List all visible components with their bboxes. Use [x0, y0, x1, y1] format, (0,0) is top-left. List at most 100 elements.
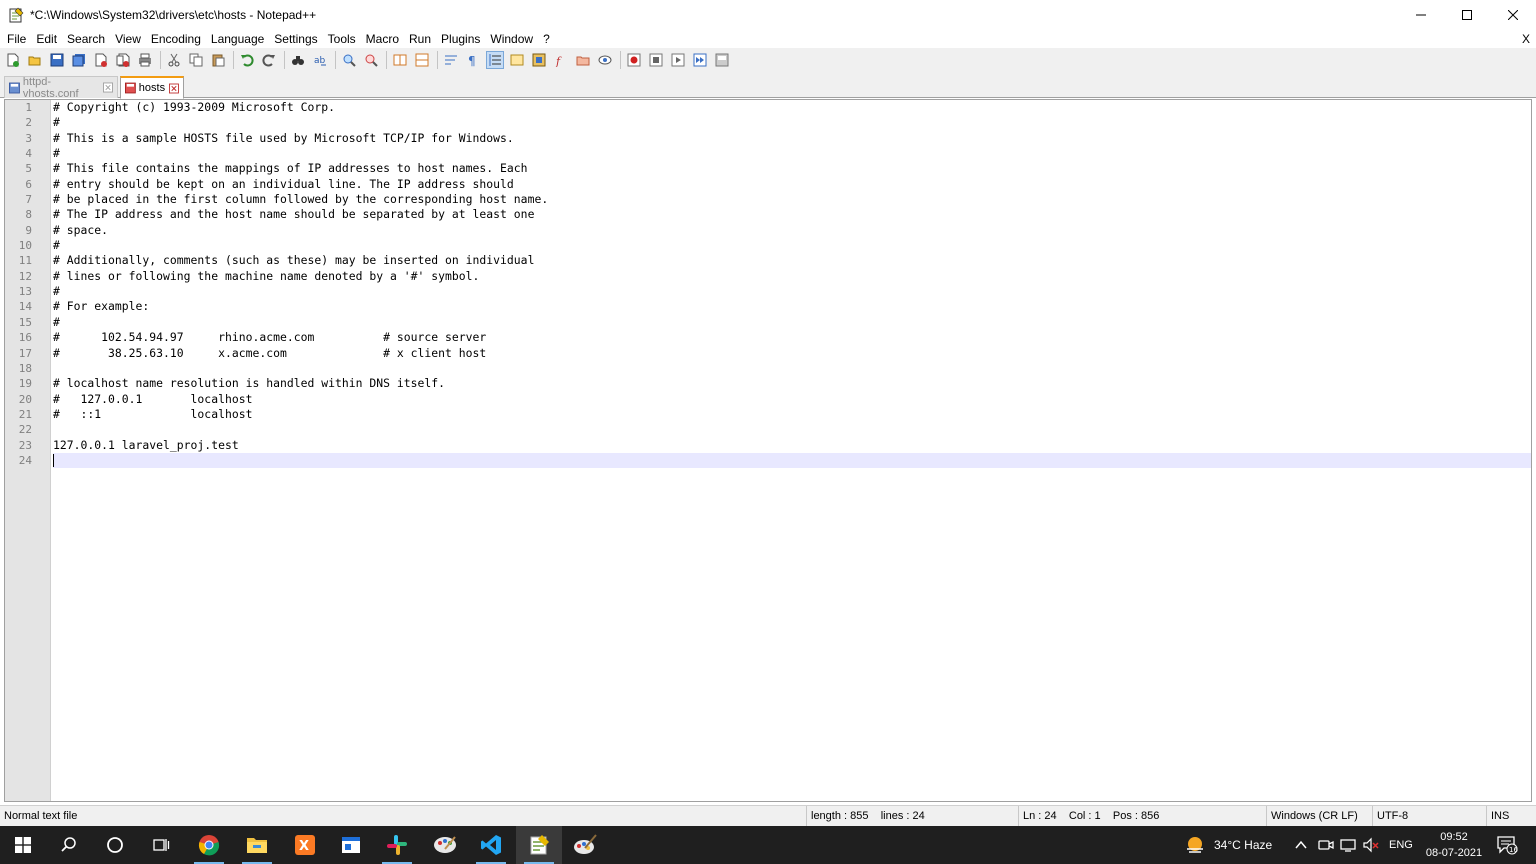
code-line[interactable]: # space. [53, 223, 1531, 238]
taskbar-xampp[interactable]: X [282, 826, 328, 864]
line-number[interactable]: 8 [5, 207, 50, 222]
tab-httpd-vhosts[interactable]: httpd-vhosts.conf [4, 76, 118, 100]
line-number[interactable]: 9 [5, 223, 50, 238]
code-line[interactable]: # For example: [53, 299, 1531, 314]
code-line[interactable]: # 102.54.94.97 rhino.acme.com # source s… [53, 330, 1531, 345]
close-window-button[interactable] [1490, 0, 1536, 30]
redo-button[interactable] [260, 51, 278, 69]
replace-button[interactable]: ab [311, 51, 329, 69]
menu-view[interactable]: View [110, 30, 146, 48]
word-wrap-button[interactable] [442, 51, 460, 69]
taskbar-slack[interactable] [374, 826, 420, 864]
folder-workspace-button[interactable] [574, 51, 592, 69]
function-list-button[interactable]: f [552, 51, 570, 69]
menu-edit[interactable]: Edit [31, 30, 62, 48]
menu-file[interactable]: File [2, 30, 31, 48]
minimize-button[interactable] [1398, 0, 1444, 30]
tab-hosts[interactable]: hosts [120, 76, 184, 99]
indent-guide-button[interactable] [486, 51, 504, 69]
code-line[interactable]: # 38.25.63.10 x.acme.com # x client host [53, 346, 1531, 361]
code-line[interactable]: # 127.0.0.1 localhost [53, 392, 1531, 407]
code-line[interactable]: # [53, 238, 1531, 253]
macro-play-button[interactable] [669, 51, 687, 69]
status-eol[interactable]: Windows (CR LF) [1266, 806, 1372, 827]
close-button[interactable] [92, 51, 110, 69]
menu-window[interactable]: Window [485, 30, 538, 48]
zoom-out-button[interactable] [362, 51, 380, 69]
code-line[interactable]: # This file contains the mappings of IP … [53, 161, 1531, 176]
code-line[interactable]: # [53, 284, 1531, 299]
menu-macro[interactable]: Macro [361, 30, 404, 48]
task-view-button[interactable] [138, 826, 184, 864]
code-line[interactable]: # localhost name resolution is handled w… [53, 376, 1531, 391]
action-center-button[interactable]: 16 [1496, 826, 1518, 864]
editor-area[interactable]: 1 2 3 4 5 6 7 8 9 10 11 12 13 14 15 16 17 18 19 20 21 22 23 24 … [4, 99, 1532, 802]
tray-network[interactable] [1340, 826, 1356, 864]
taskbar-notepadpp[interactable] [516, 826, 562, 864]
taskbar-app-window[interactable] [328, 826, 374, 864]
search-button[interactable] [46, 826, 92, 864]
menu-tools[interactable]: Tools [323, 30, 361, 48]
menu-run[interactable]: Run [404, 30, 436, 48]
macro-save-button[interactable] [713, 51, 731, 69]
code-line[interactable]: # be placed in the first column followed… [53, 192, 1531, 207]
line-number[interactable]: 24 [5, 453, 50, 468]
line-number[interactable]: 13 [5, 284, 50, 299]
undo-button[interactable] [238, 51, 256, 69]
code-line[interactable]: # This is a sample HOSTS file used by Mi… [53, 131, 1531, 146]
line-number[interactable]: 21 [5, 407, 50, 422]
show-all-chars-button[interactable]: ¶ [464, 51, 482, 69]
code-line[interactable]: # lines or following the machine name de… [53, 269, 1531, 284]
line-number[interactable]: 1 [5, 100, 50, 115]
sync-horizontal-button[interactable] [413, 51, 431, 69]
text-content[interactable]: # Copyright (c) 1993-2009 Microsoft Corp… [53, 100, 1531, 469]
code-line[interactable]: 127.0.0.1 laravel_proj.test [53, 438, 1531, 453]
line-number[interactable]: 7 [5, 192, 50, 207]
save-button[interactable] [48, 51, 66, 69]
menu-language[interactable]: Language [206, 30, 269, 48]
code-line[interactable]: # [53, 115, 1531, 130]
line-number[interactable]: 2 [5, 115, 50, 130]
find-button[interactable] [289, 51, 307, 69]
tab-close-icon[interactable] [103, 82, 114, 93]
taskbar-vscode[interactable] [468, 826, 514, 864]
line-number[interactable]: 22 [5, 422, 50, 437]
tray-overflow-button[interactable] [1294, 826, 1308, 864]
zoom-in-button[interactable] [340, 51, 358, 69]
line-number[interactable]: 17 [5, 346, 50, 361]
copy-button[interactable] [187, 51, 205, 69]
new-file-button[interactable] [4, 51, 22, 69]
tab-close-icon[interactable] [169, 83, 179, 94]
paste-button[interactable] [209, 51, 227, 69]
taskbar-paint-app[interactable] [422, 826, 468, 864]
line-number[interactable]: 5 [5, 161, 50, 176]
define-language-button[interactable] [508, 51, 526, 69]
close-all-button[interactable] [114, 51, 132, 69]
macro-run-multiple-button[interactable] [691, 51, 709, 69]
code-line[interactable]: # The IP address and the host name shoul… [53, 207, 1531, 222]
tray-meet-now[interactable] [1318, 826, 1334, 864]
line-number[interactable]: 18 [5, 361, 50, 376]
code-line[interactable] [53, 361, 1531, 376]
weather-widget[interactable]: 34°C Haze [1184, 826, 1272, 864]
menu-encoding[interactable]: Encoding [146, 30, 206, 48]
code-line[interactable]: # Additionally, comments (such as these)… [53, 253, 1531, 268]
start-button[interactable] [0, 826, 46, 864]
save-all-button[interactable] [70, 51, 88, 69]
code-line[interactable]: # [53, 146, 1531, 161]
tray-language[interactable]: ENG [1389, 826, 1413, 864]
print-button[interactable] [136, 51, 154, 69]
line-number[interactable]: 14 [5, 299, 50, 314]
cortana-button[interactable] [92, 826, 138, 864]
taskbar-paint-tool[interactable] [562, 826, 608, 864]
macro-stop-button[interactable] [647, 51, 665, 69]
line-number[interactable]: 10 [5, 238, 50, 253]
monitoring-button[interactable] [596, 51, 614, 69]
cut-button[interactable] [165, 51, 183, 69]
tray-volume[interactable] [1362, 826, 1380, 864]
menu-settings[interactable]: Settings [269, 30, 322, 48]
line-number[interactable]: 16 [5, 330, 50, 345]
taskbar-chrome[interactable] [186, 826, 232, 864]
line-number[interactable]: 19 [5, 376, 50, 391]
line-number[interactable]: 11 [5, 253, 50, 268]
